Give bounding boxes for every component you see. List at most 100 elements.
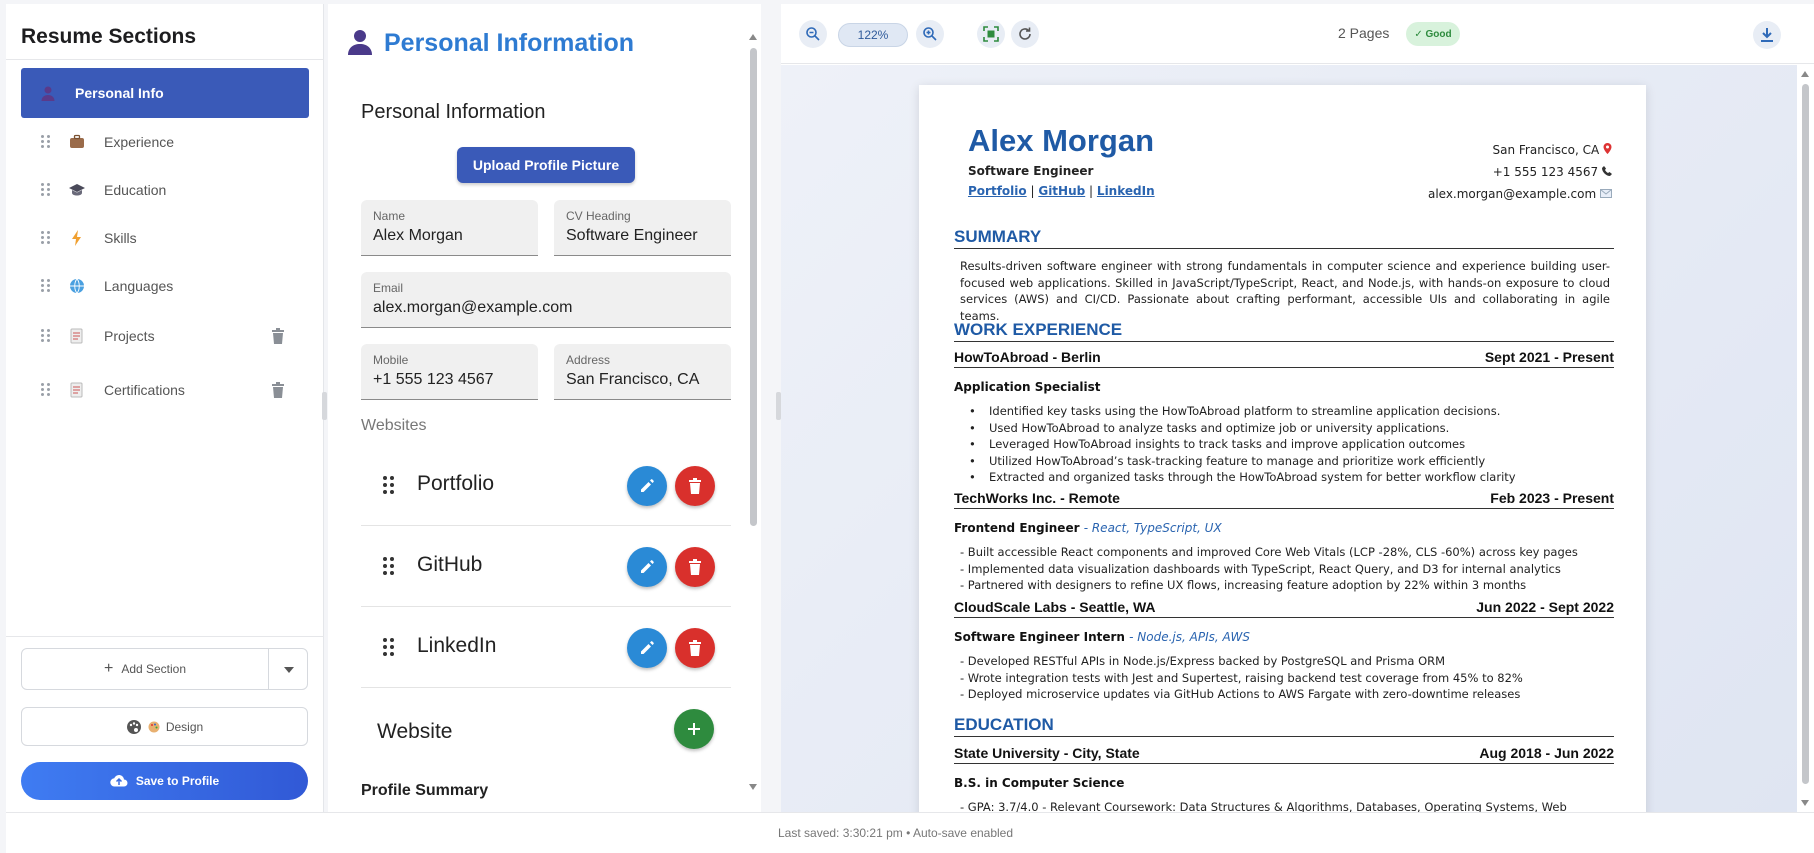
list-item: - Deployed microservice updates via GitH…: [960, 687, 1521, 701]
resume-heading: Software Engineer: [968, 164, 1094, 178]
education-dates: Aug 2018 - Jun 2022: [1479, 745, 1614, 761]
edit-website-button[interactable]: [627, 547, 667, 587]
drag-handle-icon[interactable]: [41, 279, 51, 293]
field-label: Name: [373, 209, 406, 223]
drag-handle-icon[interactable]: [41, 183, 51, 197]
scroll-down-arrow[interactable]: [749, 784, 757, 790]
sidebar-item-skills[interactable]: Skills: [21, 214, 309, 262]
cloud-upload-icon: [110, 774, 128, 787]
address-field[interactable]: Address San Francisco, CA: [554, 344, 731, 400]
drag-handle-icon[interactable]: [383, 638, 395, 656]
page-count: 2 Pages: [1338, 25, 1390, 41]
add-section-dropdown-button[interactable]: [268, 648, 308, 690]
edit-website-button[interactable]: [627, 628, 667, 668]
sidebar-item-label: Languages: [104, 278, 174, 294]
mobile-field[interactable]: Mobile +1 555 123 4567: [361, 344, 538, 400]
download-icon: [1761, 28, 1773, 42]
sidebar-item-label: Education: [104, 182, 167, 198]
field-value: alex.morgan@example.com: [373, 299, 573, 316]
trash-icon[interactable]: [271, 328, 285, 344]
cv-heading-field[interactable]: CV Heading Software Engineer: [554, 200, 731, 256]
role-tags: - Node.js, APIs, AWS: [1129, 630, 1250, 644]
website-row: GitHub: [361, 527, 731, 607]
drag-handle-icon[interactable]: [383, 476, 395, 494]
sidebar-item-label: Skills: [104, 230, 137, 246]
email-text: alex.morgan@example.com: [1427, 187, 1597, 201]
zoom-level[interactable]: 122%: [838, 23, 908, 47]
sidebar-item-personal-info[interactable]: Personal Info: [21, 68, 309, 118]
resume-section-summary: SUMMARY: [954, 227, 1614, 249]
envelope-icon: [1600, 189, 1612, 198]
phone-text: +1 555 123 4567: [1492, 165, 1599, 179]
editor-panel: Personal Information Personal Informatio…: [328, 4, 761, 812]
graduation-cap-icon: [69, 184, 85, 196]
drag-handle-icon[interactable]: [41, 329, 51, 343]
sidebar-item-experience[interactable]: Experience: [21, 118, 309, 166]
job-role: Frontend Engineer - React, TypeScript, U…: [954, 521, 1222, 535]
lightning-icon: [72, 230, 81, 246]
scroll-down-arrow[interactable]: [1801, 800, 1809, 806]
website-label: Portfolio: [417, 472, 495, 495]
website-row: LinkedIn: [361, 608, 731, 688]
scroll-up-arrow[interactable]: [1801, 71, 1809, 77]
sidebar-item-label: Personal Info: [75, 85, 164, 101]
globe-icon: [70, 278, 84, 294]
resume-link-portfolio[interactable]: Portfolio: [968, 184, 1027, 198]
add-website-button[interactable]: [674, 709, 714, 749]
fit-to-page-button[interactable]: [977, 20, 1005, 48]
pencil-icon: [641, 479, 654, 492]
website-label: LinkedIn: [417, 634, 497, 657]
preview-scrollbar[interactable]: [1802, 84, 1809, 784]
drag-handle-icon[interactable]: [41, 231, 51, 245]
trash-icon: [689, 478, 701, 494]
add-section-button[interactable]: + Add Section: [21, 648, 269, 690]
sidebar-item-certifications[interactable]: Certifications: [21, 362, 309, 418]
plus-icon: [688, 723, 700, 735]
design-button[interactable]: Design: [21, 707, 308, 746]
resume-job-title: HowToAbroad - Berlin Sept 2021 - Present: [954, 349, 1614, 368]
sidebar-item-label: Projects: [104, 328, 155, 344]
resume-job-title: TechWorks Inc. - Remote Feb 2023 - Prese…: [954, 490, 1614, 509]
editor-scrollbar[interactable]: [750, 48, 757, 526]
fit-screen-icon: [983, 26, 999, 42]
zoom-out-button[interactable]: [799, 20, 827, 48]
sidebar-item-languages[interactable]: Languages: [21, 262, 309, 310]
name-field[interactable]: Name Alex Morgan: [361, 200, 538, 256]
trash-icon[interactable]: [271, 382, 285, 398]
resume-link-github[interactable]: GitHub: [1038, 184, 1085, 198]
palette-icon: [126, 719, 141, 734]
section-nav: Personal Info Experience Education Skill…: [21, 68, 309, 418]
save-to-profile-button[interactable]: Save to Profile: [21, 762, 308, 800]
upload-profile-picture-button[interactable]: Upload Profile Picture: [457, 147, 635, 183]
drag-handle-icon[interactable]: [41, 135, 51, 149]
job-role: Software Engineer Intern - Node.js, APIs…: [954, 630, 1250, 644]
design-label: Design: [165, 719, 204, 734]
delete-website-button[interactable]: [675, 547, 715, 587]
resume-location: San Francisco, CA: [1493, 143, 1612, 157]
edit-website-button[interactable]: [627, 466, 667, 506]
drag-handle-icon[interactable]: [383, 557, 395, 575]
pencil-icon: [641, 560, 654, 573]
resume-link-linkedin[interactable]: LinkedIn: [1097, 184, 1155, 198]
panel-resize-handle[interactable]: [322, 392, 327, 420]
resume-name: Alex Morgan: [968, 123, 1155, 158]
sidebar-item-projects[interactable]: Projects: [21, 310, 309, 362]
education-degree: B.S. in Computer Science: [954, 776, 1124, 790]
download-button[interactable]: [1753, 21, 1781, 49]
link-separator: |: [1089, 184, 1094, 198]
delete-website-button[interactable]: [675, 466, 715, 506]
email-field[interactable]: Email alex.morgan@example.com: [361, 272, 731, 328]
drag-handle-icon[interactable]: [41, 383, 51, 397]
field-value: Software Engineer: [566, 227, 698, 244]
scroll-up-arrow[interactable]: [749, 34, 757, 40]
field-value: +1 555 123 4567: [373, 371, 494, 388]
delete-website-button[interactable]: [675, 628, 715, 668]
sidebar-title: Resume Sections: [21, 25, 197, 48]
refresh-button[interactable]: [1011, 20, 1039, 48]
zoom-out-icon: [806, 27, 820, 41]
list-item: Identified key tasks using the HowToAbro…: [969, 403, 1516, 420]
field-value: Alex Morgan: [373, 227, 463, 244]
sidebar-item-education[interactable]: Education: [21, 166, 309, 214]
job-company: HowToAbroad - Berlin: [954, 349, 1101, 365]
zoom-in-button[interactable]: [916, 20, 944, 48]
